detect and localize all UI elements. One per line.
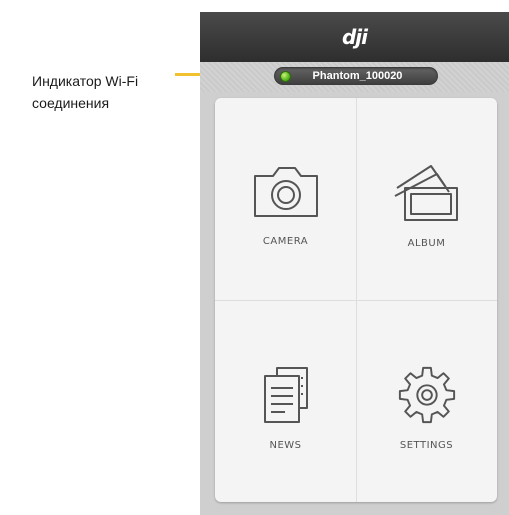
annotation-line1: Индикатор Wi-Fi: [32, 73, 139, 89]
main-menu-panel: CAMERA ALBUM NEWS SETTINGS: [215, 98, 497, 502]
wifi-annotation: Индикатор Wi-Fi соединения: [32, 70, 182, 114]
phone-screen: dji Phantom_100020 CAMERA ALBUM NEWS SET…: [200, 12, 509, 515]
top-bar: dji: [200, 12, 509, 62]
news-label: NEWS: [269, 440, 302, 451]
wifi-status-pill[interactable]: Phantom_100020: [274, 67, 438, 85]
wifi-status-dot-icon: [280, 70, 291, 82]
camera-tile[interactable]: CAMERA: [215, 98, 356, 300]
news-icon: [263, 367, 308, 423]
news-tile[interactable]: NEWS: [215, 300, 356, 502]
album-icon: [394, 165, 458, 221]
album-tile[interactable]: ALBUM: [356, 98, 497, 300]
dji-logo: dji: [341, 25, 368, 49]
gear-icon: [398, 366, 455, 424]
settings-tile[interactable]: SETTINGS: [356, 300, 497, 502]
camera-label: CAMERA: [262, 236, 309, 247]
camera-icon: [253, 167, 318, 217]
wifi-network-name: Phantom_100020: [312, 70, 403, 82]
album-label: ALBUM: [407, 238, 446, 249]
annotation-line2: соединения: [32, 95, 110, 111]
settings-label: SETTINGS: [399, 440, 454, 451]
